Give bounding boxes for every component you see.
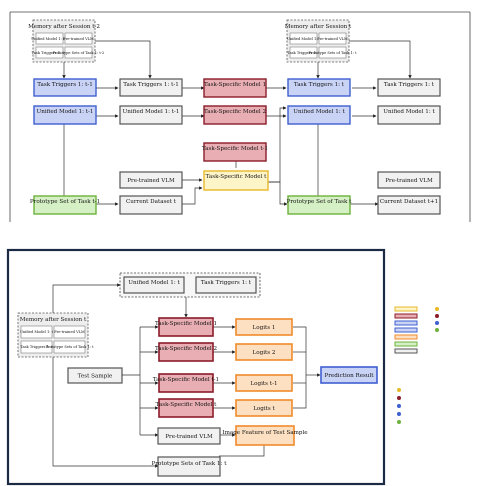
left-column: Task Triggers 1: t-1 Unified Model 1: t-…	[30, 78, 100, 215]
col2-unified-model-label: Unified Model 1: t-1	[123, 109, 180, 115]
col3-model2-label: Task-Specific Model 2	[204, 109, 267, 115]
memory-right-title: Memory after Session t	[285, 24, 352, 30]
bottom-model-t1-label: Task-Specific Model t-1	[153, 377, 219, 383]
framework-diagram: Memory after Session t-2 Unified Model 1…	[6, 11, 471, 486]
memory-right-box2: Pre-trained VLM	[317, 37, 348, 41]
col3-model-t1-label: Task-Specific Model t-1	[202, 146, 268, 152]
col5-vlm-label: Pre-trained VLM	[385, 178, 433, 184]
col2: Task Triggers 1: t-1 Unified Model 1: t-…	[119, 78, 183, 215]
left-task-triggers-label: Task Triggers 1: t-1	[37, 82, 93, 88]
left-unified-model-label: Unified Model 1: t-1	[37, 109, 94, 115]
memory-left-box2: Pre-trained VLM	[63, 37, 94, 41]
bottom-memory-title: Memory after Session t	[20, 317, 87, 323]
logits-t-label: Logits t	[253, 406, 275, 412]
legend	[394, 306, 439, 424]
bottom-logits: Logits 1 Logits 2 Logits t-1 Logits t	[235, 318, 293, 417]
memory-left: Memory after Session t-2 Unified Model 1…	[28, 19, 105, 63]
col3-model1-label: Task-Specific Model 1	[204, 82, 266, 88]
bottom-memory-box2: Pre-trained VLM	[54, 330, 85, 334]
col2-dataset-label: Current Dataset t	[126, 199, 177, 205]
bottom-model2-label: Task-Specific Model 2	[155, 346, 218, 352]
bottom-triggers-label: Task Triggers 1: t	[201, 280, 252, 286]
col4-task-triggers-label: Task Triggers 1: t	[294, 82, 345, 88]
bottom-models: Task-Specific Model 1 Task-Specific Mode…	[153, 317, 219, 418]
memory-left-box4: Prototype Sets of Task 1: t-2	[53, 51, 105, 55]
logits2-label: Logits 2	[253, 350, 276, 356]
bottom-prototype-label: Prototype Sets of Task 1: t	[152, 461, 228, 467]
memory-left-title: Memory after Session t-2	[28, 24, 100, 30]
col2-vlm-label: Pre-trained VLM	[127, 178, 175, 184]
col5-task-triggers-label: Task Triggers 1: t	[384, 82, 435, 88]
bottom-model-t-label: Task-Specific Model t	[156, 402, 218, 408]
bottom-panel: Unified Model 1: t Task Triggers 1: t Me…	[6, 248, 386, 486]
col5-dataset-label: Current Dataset t+1	[380, 199, 438, 205]
col4-prototype-label: Prototype Set of Task t	[287, 199, 353, 205]
col2-task-triggers-label: Task Triggers 1: t-1	[123, 82, 179, 88]
bottom-model1-label: Task-Specific Model 1	[155, 321, 217, 327]
test-sample-label: Test Sample	[78, 374, 113, 380]
memory-right-box4: Prototype Sets of Task 1: t	[308, 51, 357, 55]
bottom-memory: Memory after Session t Unified Model 1: …	[17, 312, 94, 358]
bottom-vlm-label: Pre-trained VLM	[165, 434, 213, 440]
col5-unified-model-label: Unified Model 1: t	[383, 109, 435, 115]
memory-right-box1: Unified Model 1: t	[287, 37, 321, 41]
top-panel: Memory after Session t-2 Unified Model 1…	[9, 11, 471, 222]
col3: Task-Specific Model 1 Task-Specific Mode…	[202, 78, 269, 191]
col5: Task Triggers 1: t Unified Model 1: t Pr…	[377, 78, 441, 215]
col4-unified-model-label: Unified Model 1: t	[293, 109, 345, 115]
memory-right: Memory after Session t Unified Model 1: …	[285, 19, 357, 63]
col3-model-t-label: Task-Specific Model t	[206, 174, 268, 180]
col4: Task Triggers 1: t Unified Model 1: t Pr…	[287, 78, 353, 215]
bottom-memory-box1: Unified Model 1: t	[20, 330, 54, 334]
prediction-label: Prediction Result	[324, 373, 374, 379]
logits1-label: Logits 1	[253, 325, 276, 331]
left-prototype-label: Prototype Set of Task t-1	[30, 199, 100, 205]
bottom-memory-box4: Prototype Sets of Task 1: t	[45, 345, 94, 349]
bottom-unified-label: Unified Model 1: t	[128, 280, 180, 286]
image-feature-label: Image Feature of Test Sample	[222, 430, 308, 436]
logits-t1-label: Logits t-1	[250, 381, 277, 387]
